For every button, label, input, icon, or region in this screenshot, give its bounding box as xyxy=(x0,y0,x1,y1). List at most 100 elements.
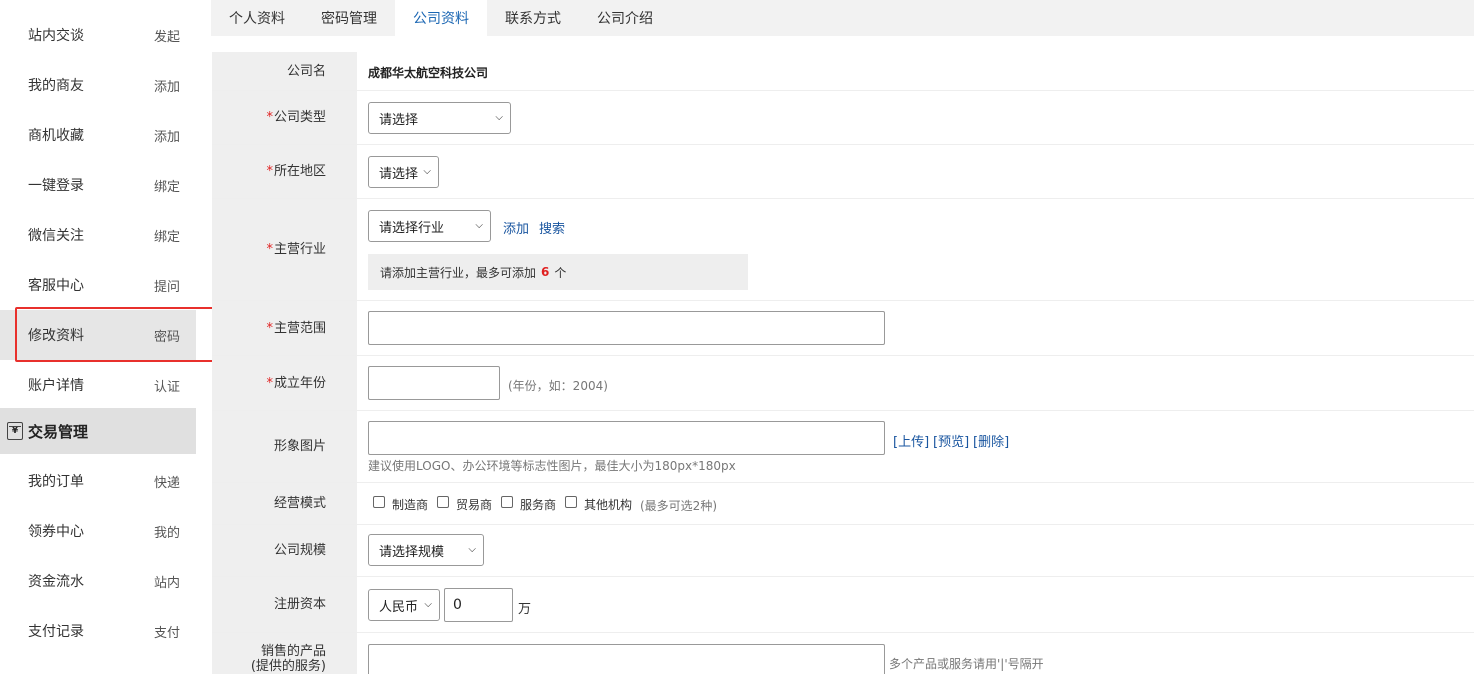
sidebar-item-action[interactable]: 我的 xyxy=(154,522,180,541)
sidebar-item-label: 客服中心 xyxy=(28,278,84,294)
sidebar-item-label: 领券中心 xyxy=(28,524,84,540)
sidebar-item-support[interactable]: 客服中心 提问 xyxy=(0,260,196,310)
sidebar-section-trade[interactable]: ¥ 交易管理 xyxy=(0,408,196,454)
tab-personal-profile[interactable]: 个人资料 xyxy=(211,0,303,36)
chevron-down-icon: ⌵ xyxy=(423,166,431,177)
tab-company-profile[interactable]: 公司资料 xyxy=(395,0,487,36)
delete-link[interactable]: [删除] xyxy=(973,431,1009,450)
sidebar-item-label: 我的商友 xyxy=(28,78,84,94)
sidebar-item-label: 修改资料 xyxy=(28,328,84,344)
mode-option-label: 其他机构 xyxy=(584,498,633,512)
sidebar-item-payments[interactable]: 支付记录 支付 xyxy=(0,606,196,656)
field-label: * 所在地区 xyxy=(212,145,357,198)
row-mode: 经营模式 制造商 贸易商 服务商 其他机构 (最多可选2种) xyxy=(212,483,1474,525)
sidebar-section-title: 交易管理 xyxy=(28,422,89,441)
mode-option-label: 制造商 xyxy=(392,498,429,512)
founded-year-input[interactable] xyxy=(368,366,500,400)
field-label: 注册资本 xyxy=(212,577,357,632)
sidebar-item-action[interactable]: 绑定 xyxy=(154,176,180,195)
founded-year-hint: (年份，如：2004) xyxy=(508,379,608,393)
tab-bar: 个人资料 密码管理 公司资料 联系方式 公司介绍 xyxy=(211,0,1474,36)
industry-select[interactable]: 请选择行业 ⌵ xyxy=(368,210,491,242)
sidebar-item-friends[interactable]: 我的商友 添加 xyxy=(0,60,196,110)
sidebar-item-action[interactable]: 快递 xyxy=(154,472,180,491)
row-company-name: 公司名 成都华太航空科技公司 xyxy=(212,52,1474,91)
sidebar-item-label: 支付记录 xyxy=(28,624,84,640)
sidebar-item-quick-login[interactable]: 一键登录 绑定 xyxy=(0,160,196,210)
mode-hint: (最多可选2种) xyxy=(640,499,717,513)
field-label: 公司规模 xyxy=(212,525,357,576)
mode-other-checkbox[interactable] xyxy=(565,496,577,508)
sidebar-item-action[interactable]: 绑定 xyxy=(154,226,180,245)
products-input[interactable] xyxy=(368,644,885,674)
sidebar-item-label: 微信关注 xyxy=(28,228,84,244)
field-label: * 主营范围 xyxy=(212,301,357,355)
row-region: * 所在地区 请选择 ⌵ xyxy=(212,145,1474,199)
sidebar-item-favorites[interactable]: 商机收藏 添加 xyxy=(0,110,196,160)
field-label: 销售的产品 (提供的服务) xyxy=(212,633,357,674)
sidebar-item-label: 我的订单 xyxy=(28,474,84,490)
field-label: * 成立年份 xyxy=(212,356,357,410)
image-path-input[interactable] xyxy=(368,421,885,455)
mode-trader-checkbox[interactable] xyxy=(437,496,449,508)
sidebar-item-label: 站内交谈 xyxy=(28,28,84,44)
sidebar-item-label: 一键登录 xyxy=(28,178,84,194)
sidebar-item-action[interactable]: 密码 xyxy=(154,326,180,345)
mode-option-label: 服务商 xyxy=(520,498,557,512)
capital-unit: 万 xyxy=(518,602,532,617)
sidebar-item-action[interactable]: 添加 xyxy=(154,76,180,95)
field-label: * 主营行业 xyxy=(212,199,357,300)
tab-company-intro[interactable]: 公司介绍 xyxy=(579,0,671,36)
sidebar-item-action[interactable]: 添加 xyxy=(154,126,180,145)
field-label: 形象图片 xyxy=(212,411,357,482)
sidebar-item-action[interactable]: 认证 xyxy=(154,376,180,395)
row-capital: 注册资本 人民币 ⌵ 0 万 xyxy=(212,577,1474,633)
search-industry-link[interactable]: 搜索 xyxy=(539,218,565,237)
scope-input[interactable] xyxy=(368,311,885,345)
row-products: 销售的产品 (提供的服务) 多个产品或服务请用'|'号隔开 xyxy=(212,633,1474,674)
sidebar-item-action[interactable]: 提问 xyxy=(154,276,180,295)
products-hint: 多个产品或服务请用'|'号隔开 xyxy=(889,657,1044,671)
sidebar-item-label: 资金流水 xyxy=(28,574,84,590)
yen-ledger-icon: ¥ xyxy=(7,422,23,440)
sidebar-item-account[interactable]: 账户详情 认证 xyxy=(0,360,196,410)
sidebar-item-wechat[interactable]: 微信关注 绑定 xyxy=(0,210,196,260)
currency-select[interactable]: 人民币 ⌵ xyxy=(368,589,440,621)
mode-service-checkbox[interactable] xyxy=(501,496,513,508)
row-scope: * 主营范围 xyxy=(212,301,1474,356)
sidebar-item-label: 账户详情 xyxy=(28,378,84,394)
upload-link[interactable]: [上传] xyxy=(893,431,929,450)
tab-password[interactable]: 密码管理 xyxy=(303,0,395,36)
row-image: 形象图片 [上传] [预览] [删除] 建议使用LOGO、办公环境等标志性图片，… xyxy=(212,411,1474,483)
sidebar-item-action[interactable]: 站内 xyxy=(154,572,180,591)
sidebar-item-edit-profile[interactable]: 修改资料 密码 xyxy=(0,310,196,360)
row-founded: * 成立年份 (年份，如：2004) xyxy=(212,356,1474,411)
industry-notice: 请添加主营行业，最多可添加 6 个 xyxy=(368,254,748,290)
size-select[interactable]: 请选择规模 ⌵ xyxy=(368,534,484,566)
company-type-select[interactable]: 请选择 ⌵ xyxy=(368,102,511,134)
sidebar-item-funds[interactable]: 资金流水 站内 xyxy=(0,556,196,606)
sidebar-item-coupons[interactable]: 领券中心 我的 xyxy=(0,506,196,556)
company-name-value: 成都华太航空科技公司 xyxy=(368,66,489,80)
chevron-down-icon: ⌵ xyxy=(468,544,476,555)
field-label: 公司名 xyxy=(212,52,357,90)
field-label: 经营模式 xyxy=(212,483,357,524)
capital-input[interactable]: 0 xyxy=(444,588,513,622)
field-label: * 公司类型 xyxy=(212,91,357,144)
sidebar-item-label: 商机收藏 xyxy=(28,128,84,144)
sidebar-item-orders[interactable]: 我的订单 快递 xyxy=(0,456,196,506)
mode-manufacturer-checkbox[interactable] xyxy=(373,496,385,508)
row-company-type: * 公司类型 请选择 ⌵ xyxy=(212,91,1474,145)
image-hint: 建议使用LOGO、办公环境等标志性图片，最佳大小为180px*180px xyxy=(368,459,736,473)
sidebar-item-chat[interactable]: 站内交谈 发起 xyxy=(0,10,196,60)
preview-link[interactable]: [预览] xyxy=(933,431,969,450)
tab-contact[interactable]: 联系方式 xyxy=(487,0,579,36)
sidebar: 站内交谈 发起 我的商友 添加 商机收藏 添加 一键登录 绑定 微信关注 绑定 客服中心提… xyxy=(0,0,196,674)
add-industry-link[interactable]: 添加 xyxy=(503,218,529,237)
sidebar-item-action[interactable]: 发起 xyxy=(154,26,180,45)
sidebar-item-action[interactable]: 支付 xyxy=(154,622,180,641)
region-select[interactable]: 请选择 ⌵ xyxy=(368,156,439,188)
row-size: 公司规模 请选择规模 ⌵ xyxy=(212,525,1474,577)
mode-option-label: 贸易商 xyxy=(456,498,493,512)
chevron-down-icon: ⌵ xyxy=(475,220,483,231)
